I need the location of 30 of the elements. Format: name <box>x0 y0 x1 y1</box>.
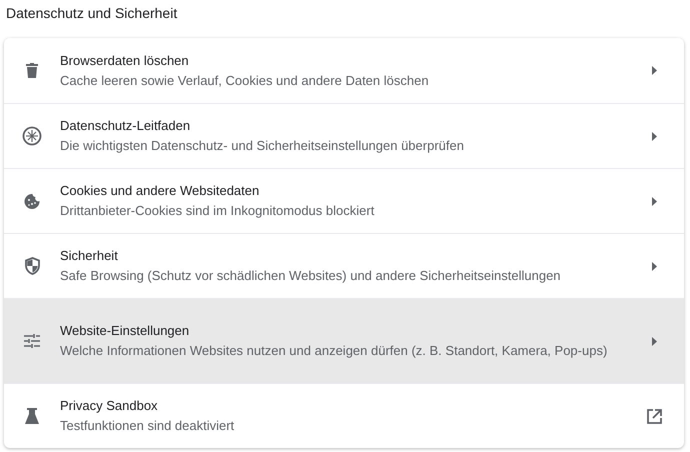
row-description: Drittanbieter-Cookies sind im Inkognitomodus blockiert <box>60 202 376 220</box>
row-title: Datenschutz-Leitfaden <box>60 117 192 135</box>
trash-icon <box>26 63 38 78</box>
arrow-right-icon <box>652 336 656 346</box>
shield-icon <box>24 257 40 275</box>
row-title: Cookies und andere Websitedaten <box>60 182 260 200</box>
arrow-right-icon <box>652 66 656 75</box>
arrow-right-icon <box>652 262 656 270</box>
compass-icon <box>22 126 42 146</box>
row-title: Privacy Sandbox <box>60 397 159 415</box>
row-title: Browserdaten löschen <box>60 52 190 70</box>
flask-icon <box>24 408 40 424</box>
arrow-right-icon <box>652 196 656 206</box>
settings-row[interactable]: Datenschutz-Leitfaden Die wichtigsten Datenschutz- und Sicherheitseinstellungen überprüfen <box>4 103 684 168</box>
settings-row[interactable]: Privacy Sandbox Testfunktionen sind deaktiviert <box>4 383 684 448</box>
external-link-icon <box>646 408 662 424</box>
row-description: Testfunktionen sind deaktiviert <box>60 417 236 435</box>
row-description: Die wichtigsten Datenschutz- und Sicherheitseinstellungen überprüfen <box>60 137 465 155</box>
settings-row[interactable]: Cookies und andere Websitedaten Drittanbieter-Cookies sind im Inkognitomodus blockiert <box>4 168 684 233</box>
settings-row[interactable]: Website-Einstellungen Welche Informationen Websites nutzen und anzeigen dürfen (z. B. Standort, Kamera, Pop-ups) <box>4 298 684 383</box>
row-description: Welche Informationen Websites nutzen und anzeigen dürfen (z. B. Standort, Kamera, Pop-ups) <box>60 342 608 360</box>
sliders-icon <box>23 333 41 349</box>
row-title: Sicherheit <box>60 247 119 265</box>
cookie-icon <box>24 192 40 210</box>
section-heading: Datenschutz und Sicherheit <box>5 4 178 23</box>
row-description: Cache leeren sowie Verlauf, Cookies und andere Daten löschen <box>60 72 430 90</box>
row-title: Website-Einstellungen <box>60 322 190 340</box>
arrow-right-icon <box>652 132 656 140</box>
row-description: Safe Browsing (Schutz vor schädlichen Websites) und andere Sicherheitseinstellungen <box>60 267 562 285</box>
settings-row[interactable]: Browserdaten löschen Cache leeren sowie Verlauf, Cookies und andere Daten löschen <box>4 38 684 103</box>
